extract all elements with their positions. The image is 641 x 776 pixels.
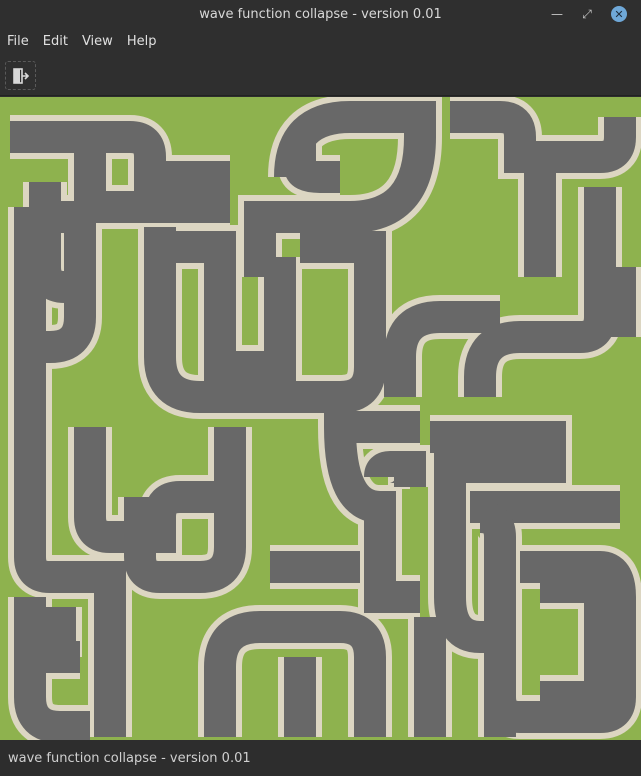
exit-icon	[12, 67, 29, 84]
menu-help[interactable]: Help	[120, 34, 164, 49]
status-bar: wave function collapse - version 0.01	[0, 740, 641, 776]
menu-bar: File Edit View Help	[0, 28, 641, 55]
menu-file[interactable]: File	[0, 34, 36, 49]
window-title: wave function collapse - version 0.01	[199, 6, 442, 22]
minimize-icon[interactable]: —	[549, 6, 565, 22]
menu-edit[interactable]: Edit	[36, 34, 75, 49]
exit-button[interactable]	[5, 61, 36, 90]
menu-view[interactable]: View	[75, 34, 120, 49]
status-text: wave function collapse - version 0.01	[8, 750, 251, 766]
tile-canvas[interactable]	[0, 97, 641, 740]
road-tiles	[0, 97, 641, 740]
title-bar: wave function collapse - version 0.01 — …	[0, 0, 641, 28]
close-icon[interactable]: ✕	[611, 6, 627, 22]
toolbar	[0, 55, 641, 96]
maximize-icon[interactable]: ⤢	[579, 6, 595, 22]
